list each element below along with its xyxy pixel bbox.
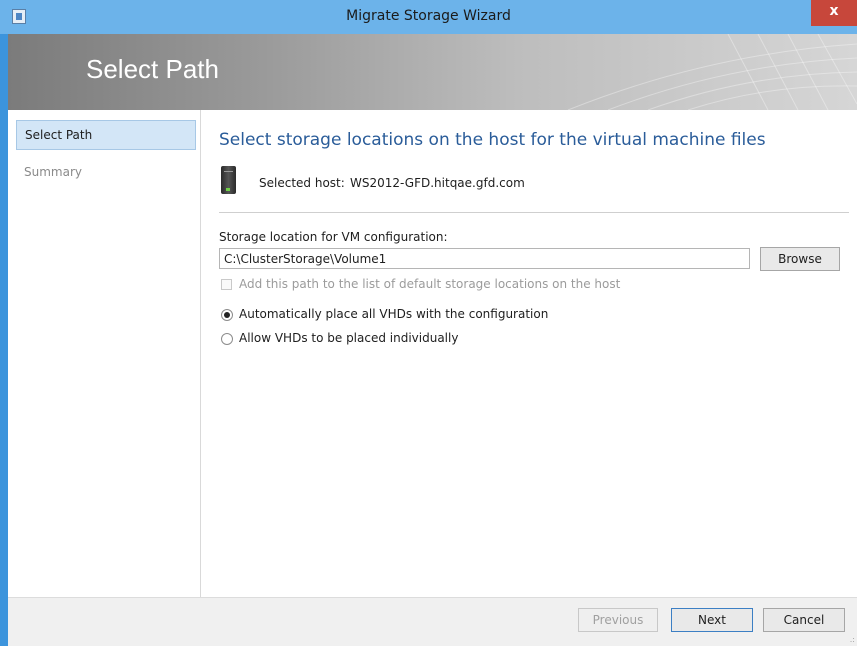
wizard-step-nav: Select Path Summary [8, 110, 201, 597]
title-bar[interactable]: Migrate Storage Wizard x [0, 0, 857, 34]
selected-host-value: WS2012-GFD.hitqae.gfd.com [350, 176, 525, 190]
selected-host-label: Selected host: [259, 176, 345, 190]
previous-button[interactable]: Previous [578, 608, 658, 632]
nav-item-select-path[interactable]: Select Path [16, 120, 196, 150]
wizard-banner: Select Path [8, 34, 857, 110]
storage-location-input[interactable] [219, 248, 750, 269]
add-default-path-label: Add this path to the list of default sto… [239, 277, 621, 291]
window-title: Migrate Storage Wizard [346, 8, 511, 24]
browse-button[interactable]: Browse [760, 247, 840, 271]
server-icon [221, 166, 236, 194]
wizard-content: Select Path Summary Select storage locat… [8, 110, 857, 597]
banner-title: Select Path [86, 54, 219, 84]
page-heading: Select storage locations on the host for… [219, 130, 766, 150]
radio-auto-place-button[interactable] [221, 309, 233, 321]
radio-auto-place-label[interactable]: Automatically place all VHDs with the co… [239, 307, 548, 321]
storage-location-label: Storage location for VM configuration: [219, 230, 448, 244]
cancel-button[interactable]: Cancel [763, 608, 845, 632]
radio-individual-label[interactable]: Allow VHDs to be placed individually [239, 331, 458, 345]
close-button[interactable]: x [811, 0, 857, 26]
next-button[interactable]: Next [671, 608, 753, 632]
radio-individual-button[interactable] [221, 333, 233, 345]
add-default-path-checkbox[interactable] [221, 279, 232, 290]
nav-item-summary[interactable]: Summary [16, 158, 196, 188]
select-path-page: Select storage locations on the host for… [219, 110, 849, 597]
section-divider [219, 212, 849, 213]
migrate-storage-wizard-window: Migrate Storage Wizard x Select Path Sel… [0, 0, 857, 646]
wizard-footer: Previous Next Cancel .: [8, 597, 857, 646]
resize-grip-icon[interactable]: .: [850, 635, 855, 644]
